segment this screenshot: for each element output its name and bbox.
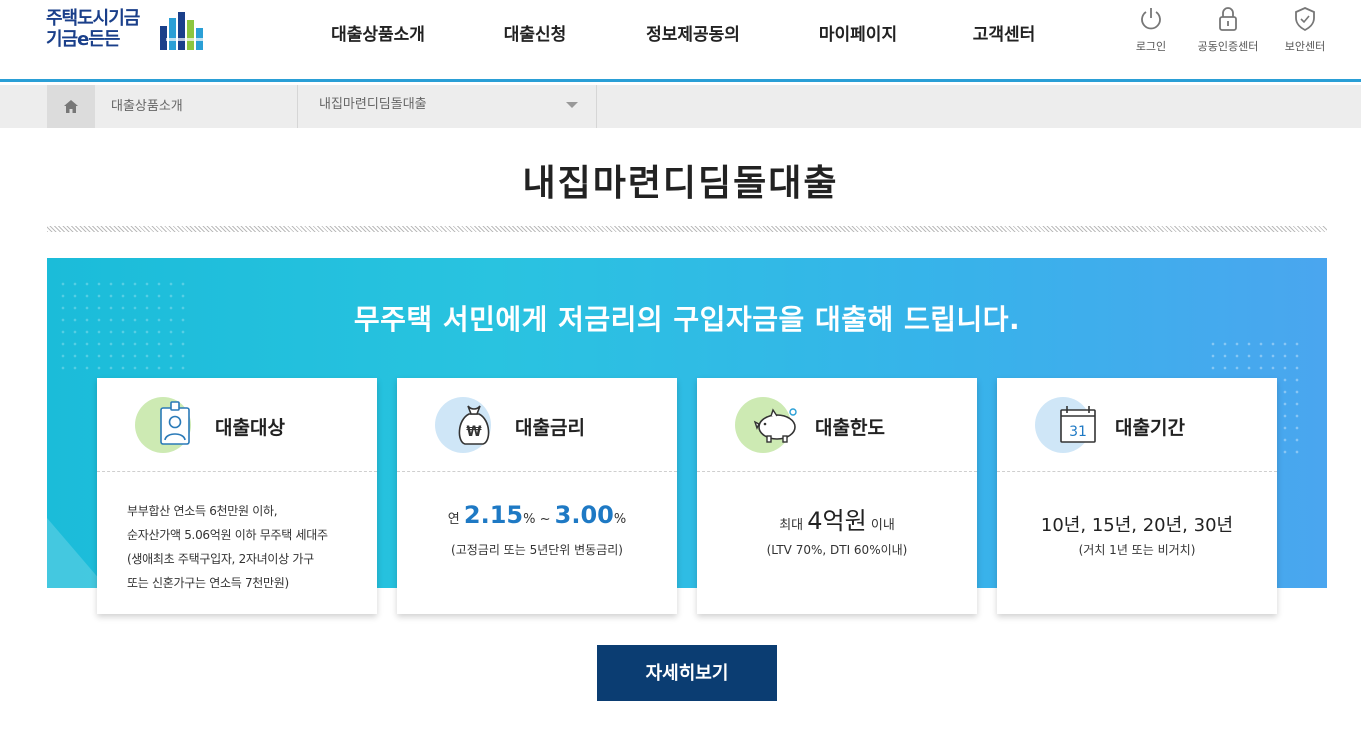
card-body: 10년, 15년, 20년, 30년 (거치 1년 또는 비거치) [997,473,1277,613]
rate-max: 3.00 [554,501,614,529]
eligibility-line: 순자산가액 5.06억원 이하 무주택 세대주 [127,528,328,542]
breadcrumb-level2-dropdown[interactable]: 내집마련디딤돌대출 [299,85,597,128]
card-loan-limit: 대출한도 최대 4억원 이내 (LTV 70%, DTI 60%이내) [697,378,977,614]
rate-prefix: 연 [447,512,460,527]
page-title: 내집마련디딤돌대출 [522,163,839,204]
card-interest-rate: ₩ 대출금리 연 2.15% ~ 3.00% (고정금리 또는 5년단위 변동금… [397,378,677,614]
security-center-label: 보안센터 [1284,40,1326,53]
limit-prefix: 최대 [779,518,804,533]
person-id-icon [135,397,191,453]
calendar-icon: 31 [1035,397,1096,453]
power-icon [1141,8,1161,30]
limit-suffix: 이내 [870,518,895,533]
rate-note: (고정금리 또는 5년단위 변동금리) [451,543,623,557]
period-note: (거치 1년 또는 비거치) [1078,543,1196,557]
nav-item-apply[interactable]: 대출신청 [500,20,570,45]
chevron-down-icon [566,102,578,108]
shield-icon [1295,7,1315,32]
card-body: 부부합산 연소득 6천만원 이하, 순자산가액 5.06억원 이하 무주택 세대… [97,473,377,613]
eligibility-line: 또는 신혼가구는 연소득 7천만원) [127,576,289,590]
card-loan-period: 31 대출기간 10년, 15년, 20년, 30년 (거치 1년 또는 비거치… [997,378,1277,614]
logo-line2: 기금e든든 [46,29,120,50]
view-details-button[interactable]: 자세히보기 [597,645,777,701]
calendar-day: 31 [1069,424,1087,440]
logo-mark-icon [160,12,206,50]
site-header: 주택도시기금 기금e든든 대출상품소개 대출신청 정보제공동의 마이페이지 고객… [0,0,1361,82]
security-center-link[interactable]: 보안센터 [1270,6,1340,54]
site-logo[interactable]: 주택도시기금 기금e든든 [46,8,216,58]
home-icon [64,100,78,113]
eligibility-line: 부부합산 연소득 6천만원 이하, [127,504,278,518]
cert-center-link[interactable]: 공동인증센터 [1193,6,1263,54]
login-link[interactable]: 로그인 [1116,6,1186,54]
svg-text:₩: ₩ [466,424,482,440]
login-label: 로그인 [1135,40,1167,53]
rate-unit: % [613,512,627,527]
title-divider [47,226,1327,232]
limit-amount: 4억원 [807,507,867,535]
nav-item-mypage[interactable]: 마이페이지 [814,20,902,45]
card-label: 대출한도 [815,417,885,439]
eligibility-line: (생애최초 주택구입자, 2자녀이상 가구 [127,552,314,566]
home-button[interactable] [47,85,95,128]
banner-headline: 무주택 서민에게 저금리의 구입자금을 대출해 드립니다. [353,303,1021,336]
nav-item-support[interactable]: 고객센터 [968,20,1040,45]
money-bag-icon: ₩ [435,397,491,453]
piggy-bank-icon [735,397,797,453]
eligibility-description: 부부합산 연소득 6천만원 이하, 순자산가액 5.06억원 이하 무주택 세대… [127,499,328,595]
breadcrumb-level2-label: 내집마련디딤돌대출 [319,97,427,112]
logo-text: 주택도시기금 기금e든든 [46,8,140,50]
nav-item-consent[interactable]: 정보제공동의 [640,20,746,45]
loan-limit-value: 최대 4억원 이내 [697,501,977,536]
card-eligibility: 대출대상 부부합산 연소득 6천만원 이하, 순자산가액 5.06억원 이하 무… [97,378,377,614]
card-label: 대출금리 [515,417,585,439]
rate-unit: % [523,512,536,527]
card-body: 연 2.15% ~ 3.00% (고정금리 또는 5년단위 변동금리) [397,473,677,613]
cert-center-label: 공동인증센터 [1197,40,1259,53]
card-header: 31 대출기간 [997,378,1277,472]
card-header: ₩ 대출금리 [397,378,677,472]
breadcrumb: 대출상품소개 내집마련디딤돌대출 [0,85,1361,128]
card-label: 대출대상 [215,417,285,439]
lock-icon [1219,7,1237,31]
card-header: 대출한도 [697,378,977,472]
nav-item-products[interactable]: 대출상품소개 [326,20,430,45]
card-header: 대출대상 [97,378,377,472]
interest-rate-range: 연 2.15% ~ 3.00% [397,501,677,529]
rate-min: 2.15 [463,501,524,529]
loan-period-options: 10년, 15년, 20년, 30년 [1040,515,1234,536]
card-label: 대출기간 [1115,417,1185,439]
breadcrumb-level1[interactable]: 대출상품소개 [95,85,298,128]
logo-line1: 주택도시기금 [46,8,140,29]
limit-note: (LTV 70%, DTI 60%이내) [766,543,908,557]
card-body: 최대 4억원 이내 (LTV 70%, DTI 60%이내) [697,473,977,613]
rate-separator: ~ [539,512,551,527]
